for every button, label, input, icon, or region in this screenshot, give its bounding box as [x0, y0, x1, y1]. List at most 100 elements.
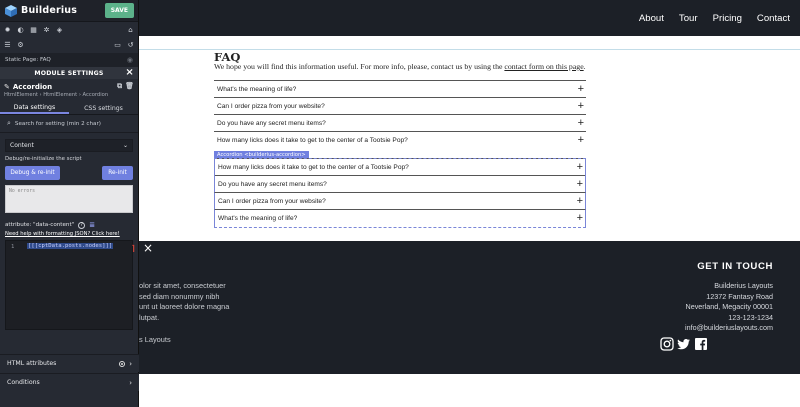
nav-pricing[interactable]: Pricing — [713, 13, 742, 24]
plus-icon[interactable]: + — [577, 194, 583, 208]
footer-line: olor sit amet, consectetuer — [139, 281, 226, 290]
site-header: About Tour Pricing Contact — [139, 0, 800, 36]
plus-icon[interactable]: + — [578, 133, 584, 147]
brand-name: Builderius — [21, 5, 78, 16]
layers-icon[interactable]: ◈ — [56, 26, 63, 34]
section-conditions[interactable]: Conditions › — [0, 373, 139, 391]
help-icon[interactable]: ? — [78, 221, 86, 229]
nav-contact[interactable]: Contact — [757, 13, 790, 24]
accordion-item[interactable]: How many licks does it take to get to th… — [214, 158, 586, 175]
question-text: Can I order pizza from your website? — [218, 197, 326, 205]
footer-about-text: olor sit amet, consectetuer sed diam non… — [139, 281, 229, 346]
eye-icon[interactable]: ◉ — [127, 56, 133, 64]
contact-line: Builderius Layouts — [714, 281, 773, 290]
database-icon[interactable]: ≣ — [89, 221, 95, 229]
monitor-icon[interactable]: ▭ — [114, 41, 121, 49]
accordion-item[interactable]: Do you have any secret menu items? + — [214, 175, 586, 192]
reinit-button[interactable]: Re-init — [102, 166, 133, 180]
faq-desc-end: . — [583, 62, 586, 71]
plus-icon[interactable]: + — [577, 160, 583, 174]
facebook-icon[interactable] — [694, 337, 708, 351]
instagram-icon[interactable] — [660, 337, 674, 351]
social-links — [660, 337, 708, 351]
page-bottom-area — [139, 374, 800, 407]
twitter-icon[interactable] — [677, 337, 691, 351]
footer-line: lutpat. — [139, 312, 160, 322]
section-html-attributes[interactable]: HTML attributes › — [0, 354, 139, 372]
history-icon[interactable]: ↺ — [127, 41, 134, 49]
chevron-right-icon: › — [129, 359, 132, 368]
plus-icon[interactable]: + — [578, 116, 584, 130]
element-breadcrumb: HtmlElement › HtmlElement › Accordion — [4, 92, 109, 98]
sun-icon[interactable]: ✹ — [4, 26, 11, 34]
code-editor[interactable]: 1 [[[cptData.posts.nodes]]] ⌉ — [5, 240, 136, 330]
accordion-item[interactable]: What's the meaning of life? + — [214, 209, 586, 226]
close-editor-icon[interactable]: × — [141, 241, 155, 255]
question-text: What's the meaning of life? — [218, 214, 298, 222]
question-text: How many licks does it take to get to th… — [218, 163, 409, 171]
grid-icon[interactable]: ▦ — [30, 26, 37, 34]
nav-about[interactable]: About — [639, 13, 664, 24]
sidebar-topbar: Builderius SAVE — [0, 0, 138, 22]
module-settings-header: MODULE SETTINGS × — [0, 67, 138, 79]
structure-icon[interactable]: ⚙ — [17, 41, 24, 49]
footer-line: unt ut laoreet dolore magna — [139, 302, 230, 311]
debug-label: Debug/re-initialize the script — [5, 156, 82, 162]
accordion-item[interactable]: What's the meaning of life? + — [214, 80, 586, 97]
footer-line: sed diam nonummy nibh — [139, 291, 220, 301]
accordion-item[interactable]: Do you have any secret menu items? + — [214, 114, 586, 131]
nav-tour[interactable]: Tour — [679, 13, 698, 24]
question-text: Do you have any secret menu items? — [217, 119, 326, 127]
contact-form-link[interactable]: contact form on this page — [504, 62, 583, 71]
pencil-icon[interactable]: ✎ — [4, 83, 10, 91]
list-icon[interactable]: ☰ — [4, 41, 11, 49]
contact-email[interactable]: info@builderiuslayouts.com — [685, 323, 773, 334]
search-placeholder: Search for setting (min 2 char) — [14, 120, 101, 127]
close-icon[interactable]: × — [125, 67, 134, 79]
accordion-item[interactable]: Can I order pizza from your website? + — [214, 192, 586, 209]
errors-output: No errors — [5, 185, 133, 213]
faq-description: We hope you will find this information u… — [214, 62, 586, 71]
section-controls: › — [119, 360, 132, 368]
static-page-selector[interactable]: Static Page: FAQ ◉ — [0, 53, 138, 67]
save-button[interactable]: SAVE — [104, 3, 134, 18]
toolbar-row-2: ☰ ⚙ ▭ ↺ — [0, 39, 138, 51]
plus-icon[interactable]: + — [578, 99, 584, 113]
element-name: Accordion — [12, 82, 53, 91]
plus-icon[interactable]: + — [577, 211, 583, 225]
section-label: Conditions — [7, 379, 40, 386]
trash-icon[interactable]: 🗑 — [125, 82, 134, 91]
contact-title: GET IN TOUCH — [697, 261, 773, 272]
settings-icon[interactable]: ✲ — [43, 26, 50, 34]
plus-icon[interactable]: + — [577, 177, 583, 191]
setting-search-input[interactable]: ⌕ Search for setting (min 2 char) — [0, 115, 138, 133]
static-page-label: Static Page: FAQ — [5, 57, 51, 63]
contact-line: 12372 Fantasy Road — [706, 291, 773, 301]
home-icon[interactable]: ⌂ — [127, 26, 134, 34]
tab-data-settings[interactable]: Data settings — [0, 102, 69, 114]
chevron-right-icon: › — [129, 378, 132, 387]
attribute-label: attribute: "data-content" — [5, 222, 75, 228]
cursor-marker-icon: ⌉ — [131, 244, 136, 253]
toolbar-row-1: ✹ ◐ ▦ ✲ ◈ ⌂ — [0, 24, 138, 36]
accordion-item[interactable]: How many licks does it take to get to th… — [214, 131, 586, 148]
chevron-down-icon: ⌄ — [122, 142, 128, 149]
copy-icon[interactable]: ⧉ — [117, 82, 122, 91]
settings-tabs: Data settings CSS settings — [0, 102, 138, 115]
indicator-dot-icon — [119, 360, 126, 367]
tab-css-settings[interactable]: CSS settings — [69, 102, 138, 114]
attribute-row: attribute: "data-content" ? ≣ — [0, 213, 138, 229]
accordion-item[interactable]: Can I order pizza from your website? + — [214, 97, 586, 114]
content-select-value: Content — [10, 142, 34, 149]
debug-reinit-button[interactable]: Debug & re-init — [5, 166, 60, 180]
plus-icon[interactable]: + — [578, 82, 584, 96]
section-controls: › — [129, 379, 132, 387]
element-title-row: ✎ Accordion ⧉ 🗑 — [0, 79, 138, 91]
main-nav: About Tour Pricing Contact — [639, 0, 790, 36]
contrast-icon[interactable]: ◐ — [17, 26, 24, 34]
json-help-link[interactable]: Need help with formatting JSON? Click he… — [0, 229, 138, 237]
footer-line: s Layouts — [139, 335, 171, 344]
content-select[interactable]: Content ⌄ — [5, 139, 133, 152]
code-text[interactable]: [[[cptData.posts.nodes]]] — [27, 243, 114, 249]
section-label: HTML attributes — [7, 360, 57, 367]
